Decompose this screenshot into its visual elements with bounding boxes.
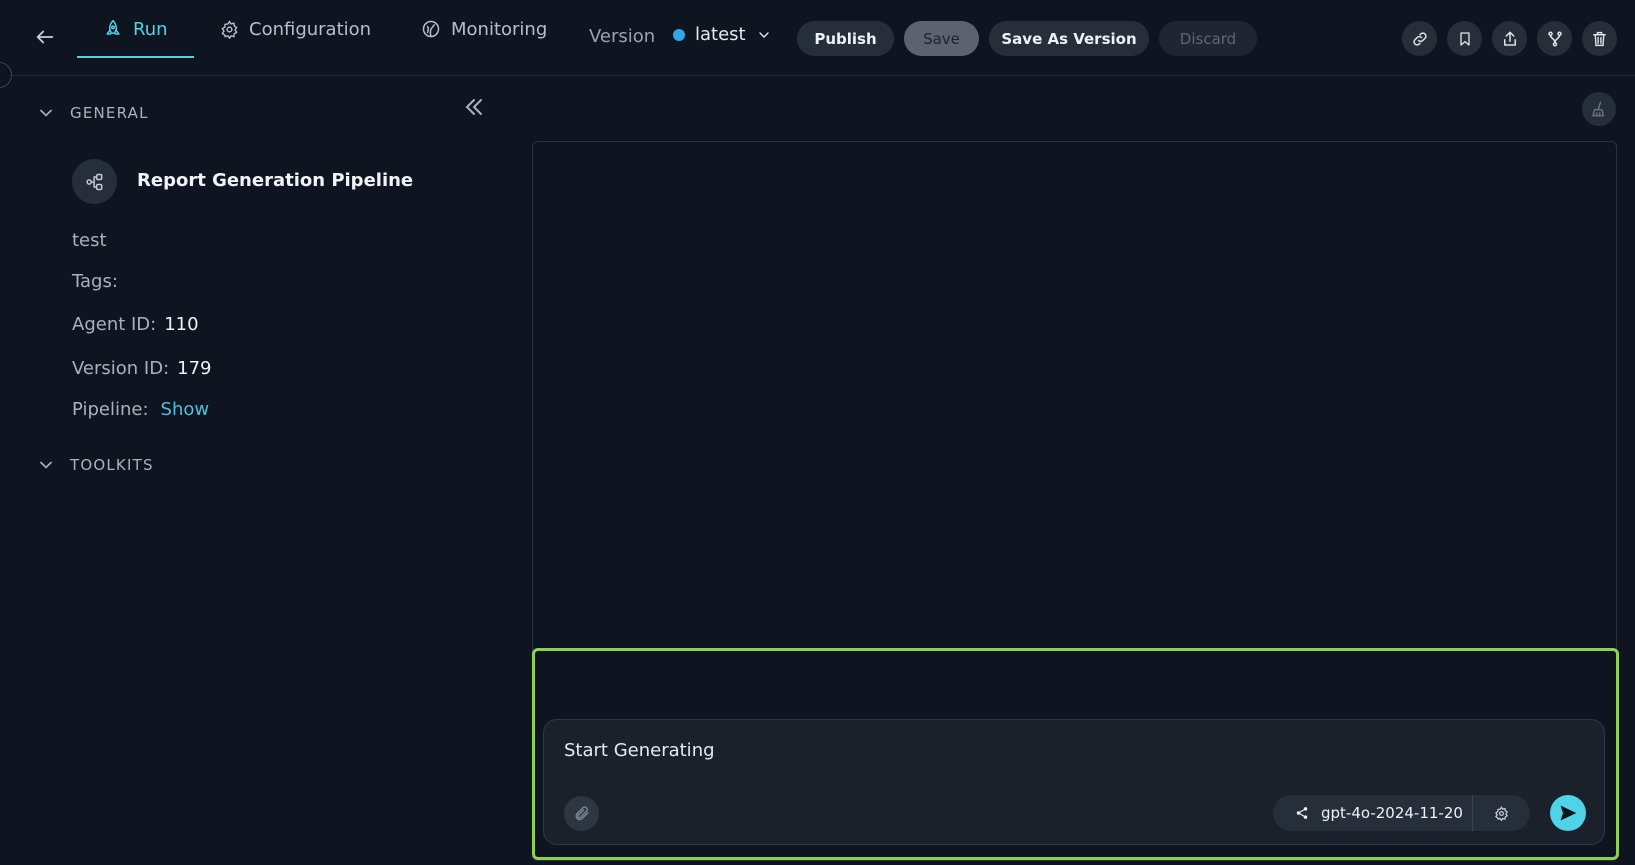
sidebar: GENERAL Report Generation Pipeline test … [0, 77, 500, 865]
arrow-left-icon [36, 30, 54, 44]
version-label: Version [589, 26, 656, 47]
chat-input-box[interactable]: Start Generating gpt-4o-2024-11-20 [543, 719, 1605, 845]
agent-id-label: Agent ID: [72, 314, 157, 335]
send-button[interactable] [1550, 795, 1586, 831]
model-name: gpt-4o-2024-11-20 [1321, 804, 1463, 822]
tab-run-label: Run [133, 18, 168, 40]
collapse-sidebar-button[interactable] [462, 95, 486, 123]
chevron-down-icon [40, 461, 52, 469]
tab-configuration-label: Configuration [249, 18, 372, 40]
export-button[interactable] [1492, 21, 1527, 56]
publish-button[interactable]: Publish [797, 21, 894, 56]
version-id-label: Version ID: [72, 358, 170, 379]
delete-button[interactable] [1582, 21, 1617, 56]
share-nodes-icon [1296, 807, 1308, 819]
agent-id-row: Agent ID: 110 [72, 314, 199, 335]
back-button[interactable] [30, 22, 60, 52]
save-button[interactable]: Save [904, 21, 979, 56]
save-as-version-button[interactable]: Save As Version [989, 21, 1149, 56]
broom-icon [1592, 101, 1605, 117]
tab-monitoring[interactable]: Monitoring [421, 0, 547, 58]
model-settings-button[interactable] [1473, 805, 1530, 821]
attach-button[interactable] [564, 796, 599, 831]
tags-label: Tags: [72, 271, 118, 292]
monitoring-icon [422, 20, 440, 38]
model-dropdown[interactable]: gpt-4o-2024-11-20 [1273, 795, 1473, 831]
bookmark-icon [1459, 31, 1470, 46]
general-section-label: GENERAL [70, 104, 149, 122]
version-select[interactable]: latest [673, 24, 772, 45]
version-id-row: Version ID: 179 [72, 358, 212, 379]
agent-avatar [72, 159, 117, 204]
pipeline-row: Pipeline: Show [72, 399, 209, 420]
version-value: latest [695, 24, 746, 45]
rocket-icon [106, 19, 120, 35]
trash-icon [1593, 31, 1606, 46]
paperclip-icon [575, 806, 589, 821]
top-bar: Run Configuration Monitoring Version lat… [0, 0, 1635, 76]
copy-link-button[interactable] [1402, 21, 1437, 56]
chat-input[interactable]: Start Generating [564, 740, 715, 761]
send-icon [1560, 805, 1577, 821]
version-id-value: 179 [177, 358, 212, 379]
share-icon [1503, 31, 1516, 46]
bookmark-button[interactable] [1447, 21, 1482, 56]
general-section-toggle[interactable]: GENERAL [36, 103, 149, 123]
clear-chat-button[interactable] [1582, 92, 1616, 126]
chevron-down-icon [40, 109, 52, 117]
gear-icon [1495, 805, 1508, 821]
link-icon [1412, 31, 1427, 46]
pipeline-label: Pipeline: [72, 399, 149, 420]
discard-button[interactable]: Discard [1159, 21, 1257, 56]
fork-icon [1547, 31, 1562, 46]
agent-id-value: 110 [164, 314, 199, 335]
tab-configuration[interactable]: Configuration [220, 0, 371, 58]
chevron-down-icon [758, 31, 769, 38]
double-chevron-left-icon [465, 99, 482, 115]
gear-icon [221, 19, 238, 39]
tab-run[interactable]: Run [77, 0, 193, 58]
agent-name: Report Generation Pipeline [137, 170, 414, 191]
pipeline-show-link[interactable]: Show [161, 399, 210, 420]
pipeline-icon [85, 173, 102, 190]
model-selector[interactable]: gpt-4o-2024-11-20 [1273, 795, 1530, 831]
fork-button[interactable] [1537, 21, 1572, 56]
toolkits-section-label: TOOLKITS [70, 456, 154, 474]
tab-monitoring-label: Monitoring [451, 18, 548, 40]
version-status-dot [673, 28, 685, 41]
agent-description: test [72, 230, 107, 251]
toolkits-section-toggle[interactable]: TOOLKITS [36, 455, 154, 475]
